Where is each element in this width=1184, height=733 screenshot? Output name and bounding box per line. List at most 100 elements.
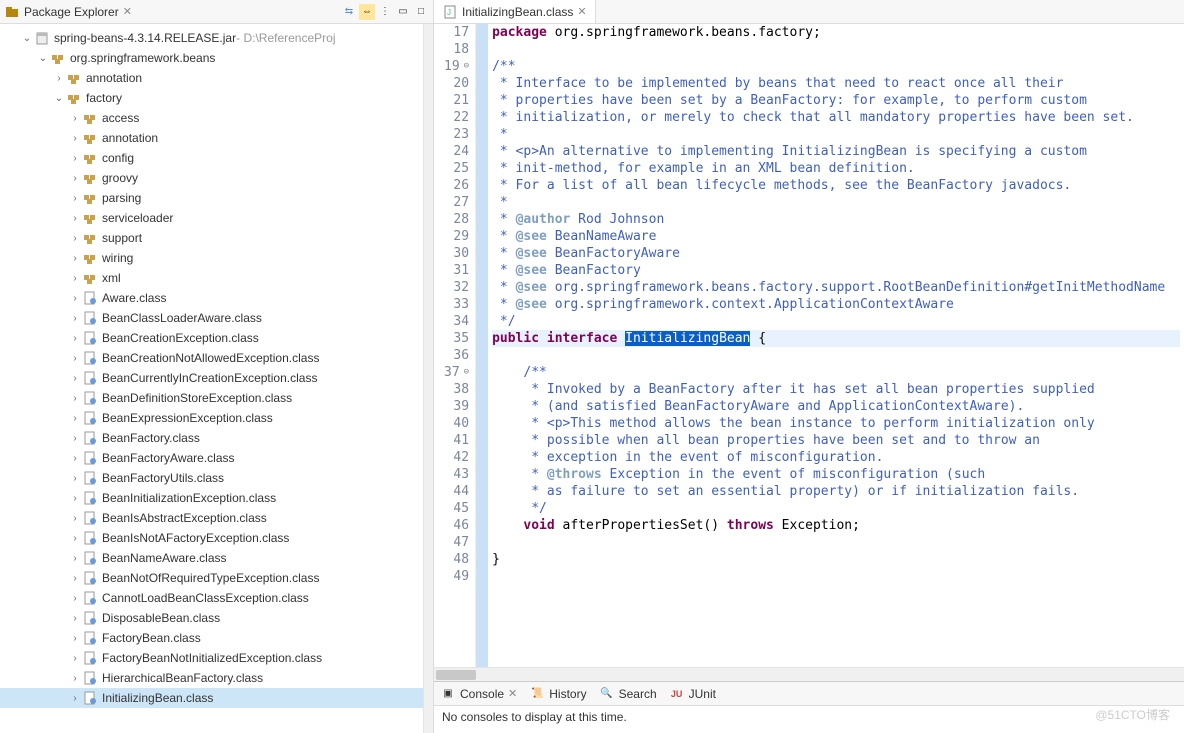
tab-console[interactable]: ▣ Console ✕: [440, 686, 517, 702]
link-editor-icon[interactable]: ⇔: [359, 4, 375, 20]
tree-row[interactable]: ›DisposableBean.class: [0, 608, 423, 628]
tree-label: Aware.class: [102, 291, 166, 305]
tree-suffix: - D:\ReferenceProj: [236, 31, 335, 45]
tree-node-icon: [82, 670, 98, 686]
tree-row[interactable]: ›support: [0, 228, 423, 248]
tree-row[interactable]: › BeanFactoryAware.class: [0, 448, 423, 468]
expand-arrow-icon[interactable]: ⌄: [52, 93, 66, 104]
tab-search[interactable]: 🔍 Search: [599, 686, 657, 702]
maximize-icon[interactable]: □: [413, 4, 429, 20]
expand-arrow-icon[interactable]: ›: [68, 613, 82, 624]
close-icon[interactable]: ✕: [123, 5, 132, 18]
tree-row[interactable]: ›BeanFactory.class: [0, 428, 423, 448]
expand-arrow-icon[interactable]: ›: [68, 233, 82, 244]
tree-label: wiring: [102, 251, 133, 265]
tree-row[interactable]: › config: [0, 148, 423, 168]
expand-arrow-icon[interactable]: ›: [68, 473, 82, 484]
minimize-icon[interactable]: ▭: [395, 4, 411, 20]
tree-row[interactable]: ›BeanCreationNotAllowedException.class: [0, 348, 423, 368]
expand-arrow-icon[interactable]: ›: [68, 213, 82, 224]
expand-arrow-icon[interactable]: ›: [68, 653, 82, 664]
tree-row[interactable]: ›FactoryBean.class: [0, 628, 423, 648]
tree-label: BeanCreationException.class: [102, 331, 259, 345]
tree-row[interactable]: ›BeanIsAbstractException.class: [0, 508, 423, 528]
expand-arrow-icon[interactable]: ›: [68, 133, 82, 144]
expand-arrow-icon[interactable]: ›: [68, 193, 82, 204]
tree-row[interactable]: ›InitializingBean.class: [0, 688, 423, 708]
expand-arrow-icon[interactable]: ›: [68, 453, 82, 464]
editor-h-scrollbar[interactable]: ‹: [434, 667, 1184, 681]
tree-node-icon: [82, 190, 98, 206]
tree-row[interactable]: ›annotation: [0, 128, 423, 148]
tree-row[interactable]: › Aware.class: [0, 288, 423, 308]
tree-row[interactable]: › wiring: [0, 248, 423, 268]
tree-row[interactable]: ⌄org.springframework.beans: [0, 48, 423, 68]
tree-row[interactable]: ›parsing: [0, 188, 423, 208]
close-tab-icon[interactable]: ✕: [577, 5, 586, 18]
view-menu-icon[interactable]: ⋮: [377, 4, 393, 20]
expand-arrow-icon[interactable]: ›: [68, 113, 82, 124]
tree-row[interactable]: ›BeanNameAware.class: [0, 548, 423, 568]
expand-arrow-icon[interactable]: ›: [68, 493, 82, 504]
package-tree[interactable]: ⌄spring-beans-4.3.14.RELEASE.jar - D:\Re…: [0, 24, 423, 733]
code-content[interactable]: package org.springframework.beans.factor…: [488, 24, 1184, 667]
tree-row[interactable]: ›serviceloader: [0, 208, 423, 228]
expand-arrow-icon[interactable]: ›: [68, 353, 82, 364]
expand-arrow-icon[interactable]: ⌄: [20, 33, 34, 44]
fold-bar[interactable]: [476, 24, 488, 667]
tree-row[interactable]: ›BeanNotOfRequiredTypeException.class: [0, 568, 423, 588]
tree-row[interactable]: ›BeanFactoryUtils.class: [0, 468, 423, 488]
tab-junit[interactable]: JU JUnit: [669, 686, 716, 702]
watermark: @51CTO博客: [1095, 706, 1170, 723]
tree-row[interactable]: ›access: [0, 108, 423, 128]
tree-node-icon: [82, 330, 98, 346]
expand-arrow-icon[interactable]: ›: [68, 673, 82, 684]
tree-row[interactable]: ⌄ factory: [0, 88, 423, 108]
expand-arrow-icon[interactable]: ›: [68, 433, 82, 444]
expand-arrow-icon[interactable]: ›: [68, 313, 82, 324]
tree-row[interactable]: ›HierarchicalBeanFactory.class: [0, 668, 423, 688]
tree-row[interactable]: ›BeanIsNotAFactoryException.class: [0, 528, 423, 548]
expand-arrow-icon[interactable]: ›: [68, 293, 82, 304]
expand-arrow-icon[interactable]: ›: [68, 553, 82, 564]
tree-scrollbar[interactable]: [423, 24, 433, 733]
expand-arrow-icon[interactable]: ›: [68, 513, 82, 524]
tree-row[interactable]: ›BeanInitializationException.class: [0, 488, 423, 508]
tree-row[interactable]: ›BeanClassLoaderAware.class: [0, 308, 423, 328]
expand-arrow-icon[interactable]: ›: [68, 273, 82, 284]
expand-arrow-icon[interactable]: ›: [68, 173, 82, 184]
expand-arrow-icon[interactable]: ⌄: [36, 53, 50, 64]
tree-row[interactable]: ›xml: [0, 268, 423, 288]
expand-arrow-icon[interactable]: ›: [68, 533, 82, 544]
expand-arrow-icon[interactable]: ›: [68, 393, 82, 404]
expand-arrow-icon[interactable]: ›: [68, 413, 82, 424]
tree-label: factory: [86, 91, 122, 105]
explorer-title: Package Explorer: [24, 5, 119, 19]
tab-history[interactable]: 📜 History: [529, 686, 586, 702]
expand-arrow-icon[interactable]: ›: [52, 73, 66, 84]
tree-row[interactable]: ›BeanCurrentlyInCreationException.class: [0, 368, 423, 388]
tree-label: config: [102, 151, 134, 165]
expand-arrow-icon[interactable]: ›: [68, 573, 82, 584]
tree-row[interactable]: ›groovy: [0, 168, 423, 188]
expand-arrow-icon[interactable]: ›: [68, 153, 82, 164]
expand-arrow-icon[interactable]: ›: [68, 693, 82, 704]
tree-label: BeanFactoryAware.class: [102, 451, 235, 465]
tree-row[interactable]: › BeanCreationException.class: [0, 328, 423, 348]
scrollbar-thumb[interactable]: [436, 670, 476, 680]
tree-row[interactable]: ⌄spring-beans-4.3.14.RELEASE.jar - D:\Re…: [0, 28, 423, 48]
expand-arrow-icon[interactable]: ›: [68, 333, 82, 344]
close-icon[interactable]: ✕: [508, 687, 517, 700]
editor-area[interactable]: 171819⊖202122232425262728293031323334353…: [434, 24, 1184, 667]
tree-row[interactable]: ›CannotLoadBeanClassException.class: [0, 588, 423, 608]
expand-arrow-icon[interactable]: ›: [68, 373, 82, 384]
editor-tab[interactable]: J InitializingBean.class ✕: [434, 0, 596, 23]
expand-arrow-icon[interactable]: ›: [68, 593, 82, 604]
tree-row[interactable]: ›BeanDefinitionStoreException.class: [0, 388, 423, 408]
expand-arrow-icon[interactable]: ›: [68, 253, 82, 264]
tree-row[interactable]: ›FactoryBeanNotInitializedException.clas…: [0, 648, 423, 668]
collapse-all-icon[interactable]: ⇆: [341, 4, 357, 20]
tree-row[interactable]: ›BeanExpressionException.class: [0, 408, 423, 428]
tree-row[interactable]: ›annotation: [0, 68, 423, 88]
expand-arrow-icon[interactable]: ›: [68, 633, 82, 644]
